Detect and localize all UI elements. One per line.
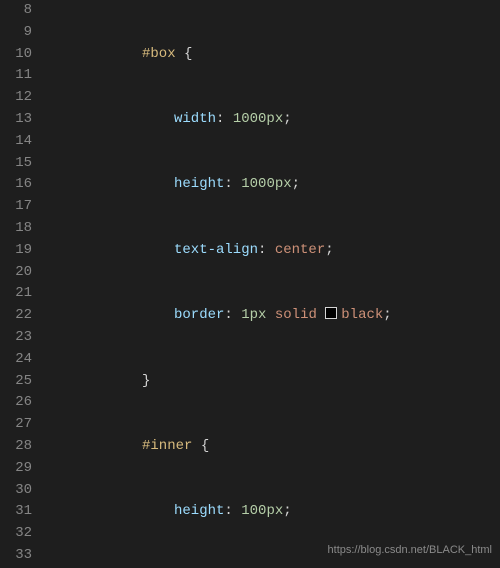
code-line: #inner { <box>46 436 500 458</box>
line-number: 28 <box>4 436 32 458</box>
watermark-text: https://blog.csdn.net/BLACK_html <box>328 540 492 562</box>
code-line: width: 1000px; <box>46 109 500 131</box>
line-number-gutter: 8 9 10 11 12 13 14 15 16 17 18 19 20 21 … <box>0 0 46 568</box>
line-number: 22 <box>4 305 32 327</box>
line-number: 20 <box>4 262 32 284</box>
css-value: solid <box>275 307 317 323</box>
line-number: 14 <box>4 131 32 153</box>
code-editor: 8 9 10 11 12 13 14 15 16 17 18 19 20 21 … <box>0 0 500 568</box>
code-line: border: 1px solid black; <box>46 305 500 327</box>
line-number: 12 <box>4 87 32 109</box>
code-line: height: 1000px; <box>46 174 500 196</box>
css-value: 1px <box>241 307 266 323</box>
code-line: height: 100px; <box>46 501 500 523</box>
css-value: 1000px <box>241 176 291 192</box>
css-value: 100px <box>241 503 283 519</box>
line-number: 10 <box>4 44 32 66</box>
brace-open: { <box>184 46 192 62</box>
brace-open: { <box>201 438 209 454</box>
line-number: 9 <box>4 22 32 44</box>
line-number: 30 <box>4 480 32 502</box>
line-number: 17 <box>4 196 32 218</box>
line-number: 31 <box>4 501 32 523</box>
line-number: 21 <box>4 283 32 305</box>
css-property: height <box>174 503 224 519</box>
line-number: 33 <box>4 545 32 567</box>
code-line: } <box>46 371 500 393</box>
line-number: 29 <box>4 458 32 480</box>
css-property: height <box>174 176 224 192</box>
css-selector: #box <box>142 46 176 62</box>
line-number: 18 <box>4 218 32 240</box>
line-number: 24 <box>4 349 32 371</box>
line-number: 32 <box>4 523 32 545</box>
line-number: 13 <box>4 109 32 131</box>
line-number: 23 <box>4 327 32 349</box>
line-number: 16 <box>4 174 32 196</box>
css-value: black <box>341 307 383 323</box>
css-property: text-align <box>174 242 258 258</box>
css-selector: #inner <box>142 438 192 454</box>
code-line: text-align: center; <box>46 240 500 262</box>
brace-close: } <box>142 373 150 389</box>
line-number: 27 <box>4 414 32 436</box>
code-line: #box { <box>46 44 500 66</box>
line-number: 19 <box>4 240 32 262</box>
code-area[interactable]: #box { width: 1000px; height: 1000px; te… <box>46 0 500 568</box>
color-swatch-icon <box>325 307 337 319</box>
css-value: center <box>275 242 325 258</box>
css-value: 1000px <box>233 111 283 127</box>
css-property: border <box>174 307 224 323</box>
line-number: 25 <box>4 371 32 393</box>
line-number: 15 <box>4 153 32 175</box>
css-property: width <box>174 111 216 127</box>
line-number: 26 <box>4 392 32 414</box>
line-number: 11 <box>4 65 32 87</box>
line-number: 8 <box>4 0 32 22</box>
